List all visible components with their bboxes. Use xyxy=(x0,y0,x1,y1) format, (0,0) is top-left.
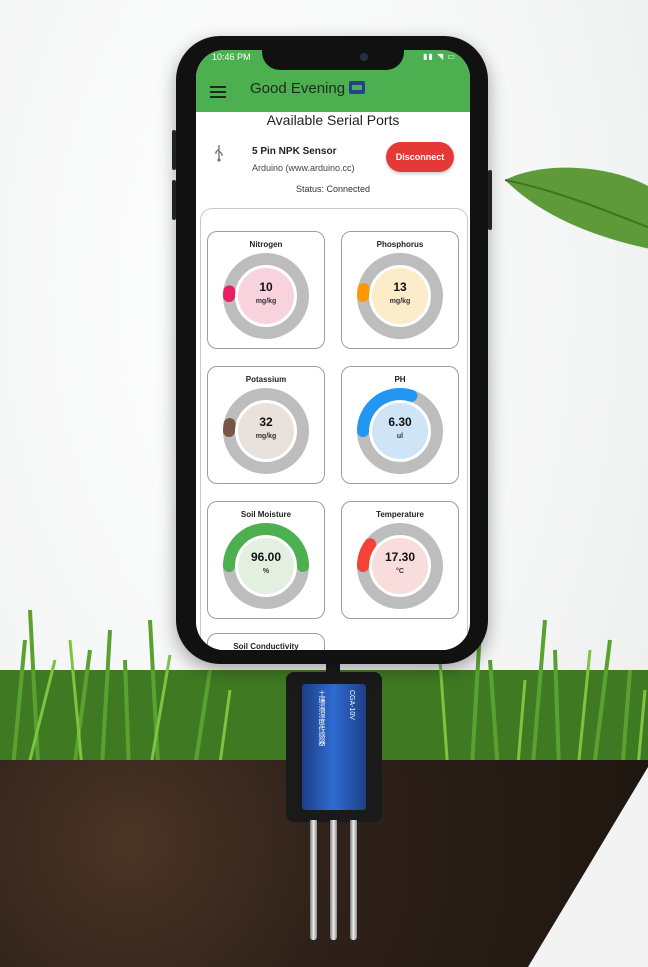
serial-ports-title: Available Serial Ports xyxy=(266,112,400,128)
sensor-value: 17.30 xyxy=(384,550,416,564)
sensor-card-title: Soil Moisture xyxy=(240,510,292,519)
sensor-card-soil-conductivity[interactable]: Soil Conductivity xyxy=(207,633,325,650)
sensor-unit: °C xyxy=(396,568,404,575)
sensor-gauge xyxy=(357,388,443,474)
sensor-card-potassium[interactable]: Potassium 32 mg/kg xyxy=(207,366,325,484)
sensor-card-title: Nitrogen xyxy=(249,240,283,249)
gauge-center xyxy=(372,538,428,594)
gauge-center xyxy=(372,268,428,324)
probe-label-text: 土壤温湿度传感器 xyxy=(318,690,325,746)
status-icons: ▮▮ ◥ ▭ xyxy=(423,52,456,61)
sensor-value: 13 xyxy=(393,280,407,294)
night-city-icon xyxy=(349,81,366,94)
sensor-card-title: Soil Conductivity xyxy=(233,642,299,650)
device-vendor: Arduino (www.arduino.cc) xyxy=(252,163,355,173)
sensor-unit: mg/kg xyxy=(255,298,277,305)
probe-model-text: CGA-10V xyxy=(348,690,355,720)
volume-button xyxy=(172,180,176,220)
leaf-image xyxy=(505,167,648,249)
device-name: 5 Pin NPK Sensor xyxy=(252,146,337,157)
usb-icon xyxy=(215,145,223,162)
sensor-value: 6.30 xyxy=(388,415,412,429)
probe-label: 土壤温湿度传感器 CGA-10V xyxy=(302,684,366,810)
gauge-center xyxy=(238,268,294,324)
sensor-card-phosphorus[interactable]: Phosphorus 13 mg/kg xyxy=(341,231,459,349)
gauge-center xyxy=(238,538,294,594)
sensor-value: 32 xyxy=(259,415,273,429)
sensor-unit: ul xyxy=(396,433,404,440)
sensor-card-temperature[interactable]: Temperature 17.30 °C xyxy=(341,501,459,619)
app-screen: 10:46 PM ▮▮ ◥ ▭ Good Evening Available S… xyxy=(196,50,470,650)
sensor-card-soil-moisture[interactable]: Soil Moisture 96.00% xyxy=(207,501,325,619)
sensor-card-nitrogen[interactable]: Nitrogen 10 mg/kg xyxy=(207,231,325,349)
corner-decoration xyxy=(528,767,648,967)
sensor-unit: % xyxy=(262,568,270,575)
probe-pin xyxy=(310,820,317,940)
sensor-unit: mg/kg xyxy=(255,433,277,440)
greeting-title: Good Evening xyxy=(250,80,366,97)
sensor-card-title: Temperature xyxy=(376,510,424,519)
sensor-gauge xyxy=(223,388,309,474)
probe-pin xyxy=(330,820,337,940)
greeting-text: Good Evening xyxy=(250,80,346,97)
volume-button xyxy=(172,130,176,170)
sensor-gauge xyxy=(357,523,443,609)
power-button xyxy=(488,170,492,230)
sensor-gauge xyxy=(223,253,309,339)
sensor-gauge xyxy=(223,523,309,609)
sensor-value: 96.00 xyxy=(250,550,282,564)
connection-status: Status: Connected xyxy=(295,184,371,194)
disconnect-button[interactable]: Disconnect xyxy=(386,142,454,172)
camera-icon xyxy=(360,53,368,61)
sensor-card-title: Phosphorus xyxy=(376,240,424,249)
menu-icon[interactable] xyxy=(210,86,226,98)
gauge-center xyxy=(238,403,294,459)
probe-pin xyxy=(350,820,357,940)
sensor-gauge xyxy=(357,253,443,339)
status-time: 10:46 PM xyxy=(212,52,251,62)
sensor-card-title: PH xyxy=(394,375,406,384)
gauge-center xyxy=(372,403,428,459)
sensor-card-ph[interactable]: PH 6.30 ul xyxy=(341,366,459,484)
sensor-card-title: Potassium xyxy=(245,375,287,384)
phone-notch xyxy=(262,44,404,70)
sensor-unit: mg/kg xyxy=(389,298,411,305)
sensor-value: 10 xyxy=(259,280,273,294)
sensor-grid: Nitrogen 10 mg/kg Phosphorus 13 mg/kg Potassiu… xyxy=(200,208,468,650)
